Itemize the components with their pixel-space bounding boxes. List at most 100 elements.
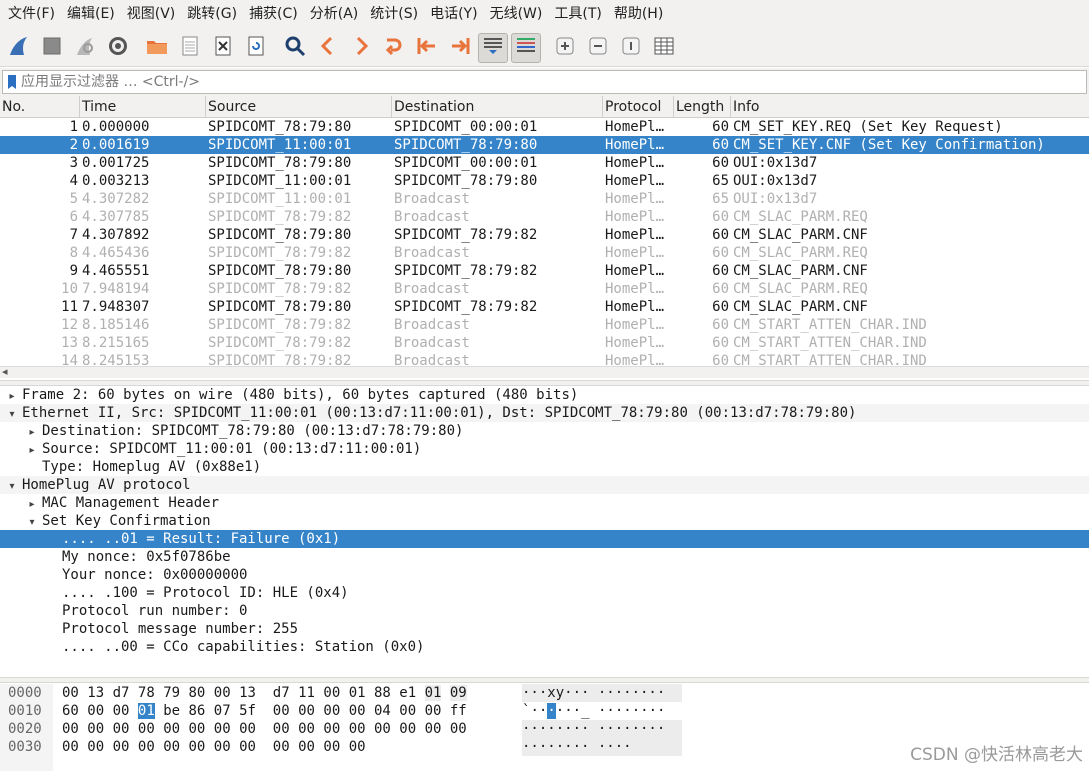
detail-tree-item[interactable]: ▾ Ethernet II, Src: SPIDCOMT_11:00:01 (00… <box>0 404 1089 422</box>
detail-tree-item[interactable]: ▸ Source: SPIDCOMT_11:00:01 (00:13:d7:11:… <box>0 440 1089 458</box>
capture-options-button[interactable] <box>103 33 133 63</box>
hex-byte[interactable]: 00 <box>62 685 79 701</box>
packet-list-horizontal-scrollbar[interactable]: ◂ <box>0 365 1089 378</box>
detail-tree-item[interactable]: ▸ Frame 2: 60 bytes on wire (480 bits), 6… <box>0 386 1089 404</box>
column-header-info[interactable]: Info <box>731 96 1089 118</box>
detail-tree-item[interactable]: My nonce: 0x5f0786be <box>0 548 1089 566</box>
hex-byte[interactable]: 00 <box>399 721 416 737</box>
hex-byte[interactable]: 78 <box>138 685 155 701</box>
bytes-ascii-line[interactable]: ···xy··· ········ <box>522 684 682 702</box>
hex-byte[interactable]: 00 <box>273 739 290 755</box>
menu-item-8[interactable]: 无线(W) <box>484 0 549 29</box>
menu-item-0[interactable]: 文件(F) <box>2 0 61 29</box>
hex-byte[interactable]: 00 <box>239 739 256 755</box>
detail-tree-item[interactable]: ▸ MAC Management Header <box>0 494 1089 512</box>
hex-byte[interactable]: 88 <box>374 685 391 701</box>
go-back-button[interactable] <box>313 33 343 63</box>
hex-byte[interactable]: 00 <box>323 703 340 719</box>
hex-byte[interactable]: 00 <box>214 685 231 701</box>
hex-byte[interactable]: 00 <box>87 721 104 737</box>
auto-scroll-button[interactable] <box>478 32 508 63</box>
detail-tree-item[interactable]: .... ..01 = Result: Failure (0x1) <box>0 530 1089 548</box>
packet-row[interactable]: 13 8.215165 SPIDCOMT_78:79:82 Broadcast Home… <box>0 334 1089 352</box>
hex-byte[interactable]: be <box>163 703 180 719</box>
hex-byte[interactable]: 00 <box>163 739 180 755</box>
detail-tree-item[interactable]: ▸ Destination: SPIDCOMT_78:79:80 (00:13:d… <box>0 422 1089 440</box>
menu-item-1[interactable]: 编辑(E) <box>61 0 121 29</box>
detail-tree-item[interactable]: Protocol run number: 0 <box>0 602 1089 620</box>
packet-row[interactable]: 2 0.001619 SPIDCOMT_11:00:01 SPIDCOMT_78:79… <box>0 136 1089 154</box>
hex-byte[interactable]: 00 <box>323 685 340 701</box>
hex-byte[interactable]: 00 <box>188 721 205 737</box>
colorize-button[interactable] <box>511 32 541 63</box>
hex-byte[interactable]: 00 <box>323 739 340 755</box>
open-file-button[interactable] <box>142 33 172 63</box>
first-packet-button[interactable] <box>412 33 442 63</box>
close-file-button[interactable] <box>208 33 238 63</box>
menu-item-5[interactable]: 分析(A) <box>304 0 365 29</box>
hex-byte[interactable]: 00 <box>239 721 256 737</box>
hex-byte[interactable]: 00 <box>113 739 130 755</box>
column-header-time[interactable]: Time <box>80 96 206 118</box>
hex-byte[interactable]: 00 <box>62 739 79 755</box>
display-filter-input[interactable] <box>21 72 1086 92</box>
detail-tree-item[interactable]: ▾ Set Key Confirmation <box>0 512 1089 530</box>
hex-byte[interactable]: 00 <box>62 721 79 737</box>
hex-byte[interactable]: 00 <box>138 721 155 737</box>
last-packet-button[interactable] <box>445 33 475 63</box>
hex-byte[interactable]: 00 <box>450 721 467 737</box>
column-header-protocol[interactable]: Protocol <box>603 96 674 118</box>
hex-byte[interactable]: 00 <box>214 739 231 755</box>
hex-byte[interactable]: 13 <box>87 685 104 701</box>
hex-byte[interactable]: 00 <box>273 703 290 719</box>
hex-byte[interactable]: 00 <box>87 703 104 719</box>
packet-row[interactable]: 11 7.948307 SPIDCOMT_78:79:80 SPIDCOMT_78:7… <box>0 298 1089 316</box>
hex-byte[interactable]: e1 <box>399 685 416 701</box>
packet-row[interactable]: 6 4.307785 SPIDCOMT_78:79:82 Broadcast HomeP… <box>0 208 1089 226</box>
packet-row[interactable]: 9 4.465551 SPIDCOMT_78:79:80 SPIDCOMT_78:79… <box>0 262 1089 280</box>
hex-byte[interactable]: 11 <box>298 685 315 701</box>
detail-tree-item[interactable]: .... .100 = Protocol ID: HLE (0x4) <box>0 584 1089 602</box>
hex-byte[interactable]: 00 <box>138 739 155 755</box>
save-file-button[interactable] <box>175 33 205 63</box>
hex-byte[interactable]: 00 <box>87 739 104 755</box>
bytes-ascii-line[interactable]: ········ ········ <box>522 720 682 738</box>
detail-tree-item[interactable]: ▾ HomePlug AV protocol <box>0 476 1089 494</box>
packet-row[interactable]: 10 7.948194 SPIDCOMT_78:79:82 Broadcast Home… <box>0 280 1089 298</box>
stop-capture-button[interactable] <box>37 33 67 63</box>
hex-byte[interactable]: 00 <box>298 739 315 755</box>
zoom-out-button[interactable] <box>583 33 613 63</box>
hex-byte[interactable]: 07 <box>214 703 231 719</box>
go-forward-button[interactable] <box>346 33 376 63</box>
column-header-destination[interactable]: Destination <box>392 96 603 118</box>
find-packet-button[interactable] <box>280 33 310 63</box>
hex-byte[interactable]: 00 <box>163 721 180 737</box>
hex-byte[interactable]: d7 <box>113 685 130 701</box>
hex-byte[interactable]: 00 <box>349 721 366 737</box>
menu-item-10[interactable]: 帮助(H) <box>608 0 669 29</box>
hex-byte[interactable]: ff <box>450 703 467 719</box>
bookmark-icon[interactable] <box>3 71 21 93</box>
resize-columns-button[interactable] <box>649 33 679 63</box>
packet-row[interactable]: 3 0.001725 SPIDCOMT_78:79:80 SPIDCOMT_00:00… <box>0 154 1089 172</box>
column-header-no[interactable]: No. <box>0 96 80 118</box>
hex-byte[interactable]: 00 <box>298 721 315 737</box>
hex-byte[interactable]: d7 <box>273 685 290 701</box>
zoom-in-button[interactable] <box>550 33 580 63</box>
column-header-source[interactable]: Source <box>206 96 392 118</box>
packet-row[interactable]: 1 0.000000 SPIDCOMT_78:79:80 SPIDCOMT_00:00… <box>0 118 1089 136</box>
menu-item-3[interactable]: 跳转(G) <box>181 0 243 29</box>
hex-byte[interactable]: 00 <box>374 721 391 737</box>
hex-byte[interactable]: 00 <box>298 703 315 719</box>
menu-item-4[interactable]: 捕获(C) <box>243 0 304 29</box>
hex-byte[interactable]: 5f <box>239 703 256 719</box>
detail-tree-item[interactable]: Your nonce: 0x00000000 <box>0 566 1089 584</box>
start-capture-button[interactable] <box>4 33 34 63</box>
go-to-packet-button[interactable] <box>379 33 409 63</box>
hex-byte[interactable]: 00 <box>349 739 366 755</box>
pane-splitter-bottom[interactable] <box>0 677 1089 683</box>
detail-tree-item[interactable]: Protocol message number: 255 <box>0 620 1089 638</box>
hex-byte[interactable]: 09 <box>449 685 467 701</box>
packet-row[interactable]: 7 4.307892 SPIDCOMT_78:79:80 SPIDCOMT_78:79… <box>0 226 1089 244</box>
scroll-left-icon[interactable]: ◂ <box>2 365 8 378</box>
